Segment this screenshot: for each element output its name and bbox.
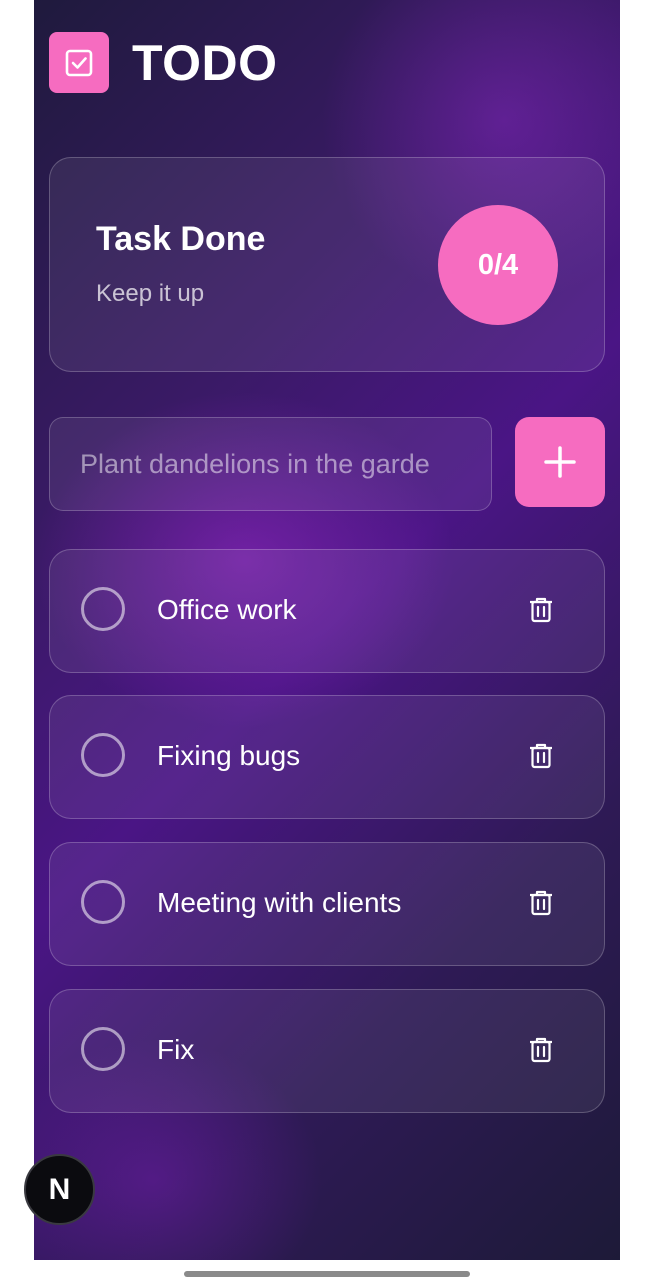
app-title: TODO [132, 34, 278, 91]
trash-icon [530, 743, 552, 769]
delete-task-button[interactable] [526, 594, 556, 626]
summary-title: Task Done [96, 220, 266, 258]
task-label: Office work [157, 594, 297, 625]
progress-badge: 0/4 [438, 205, 558, 325]
plus-icon [544, 446, 576, 478]
app-header: TODO [49, 32, 278, 93]
trash-icon [530, 1037, 552, 1063]
checkbox-icon [65, 49, 93, 76]
task-item: Fix [49, 989, 605, 1113]
todo-app: TODO Task Done Keep it up 0/4 Office wor… [34, 0, 620, 1260]
delete-task-button[interactable] [526, 887, 556, 919]
home-indicator[interactable] [184, 1271, 470, 1277]
task-checkbox[interactable] [81, 587, 125, 631]
delete-task-button[interactable] [526, 1034, 556, 1066]
task-checkbox[interactable] [81, 880, 125, 924]
summary-subtitle: Keep it up [96, 280, 205, 307]
dev-tools-badge[interactable]: N [24, 1154, 95, 1225]
task-label: Meeting with clients [157, 887, 402, 918]
add-task-button[interactable] [515, 417, 605, 507]
new-task-input[interactable] [49, 417, 492, 511]
logo [49, 32, 109, 93]
task-label: Fix [157, 1034, 195, 1065]
task-item: Fixing bugs [49, 695, 605, 819]
delete-task-button[interactable] [526, 740, 556, 772]
task-checkbox[interactable] [81, 1027, 125, 1071]
phone-screen: TODO Task Done Keep it up 0/4 Office wor… [0, 0, 649, 1280]
task-summary-card: Task Done Keep it up 0/4 [49, 157, 605, 372]
task-item: Office work [49, 549, 605, 673]
trash-icon [530, 597, 552, 623]
trash-icon [530, 890, 552, 916]
task-label: Fixing bugs [157, 740, 301, 771]
task-checkbox[interactable] [81, 733, 125, 777]
task-item: Meeting with clients [49, 842, 605, 966]
